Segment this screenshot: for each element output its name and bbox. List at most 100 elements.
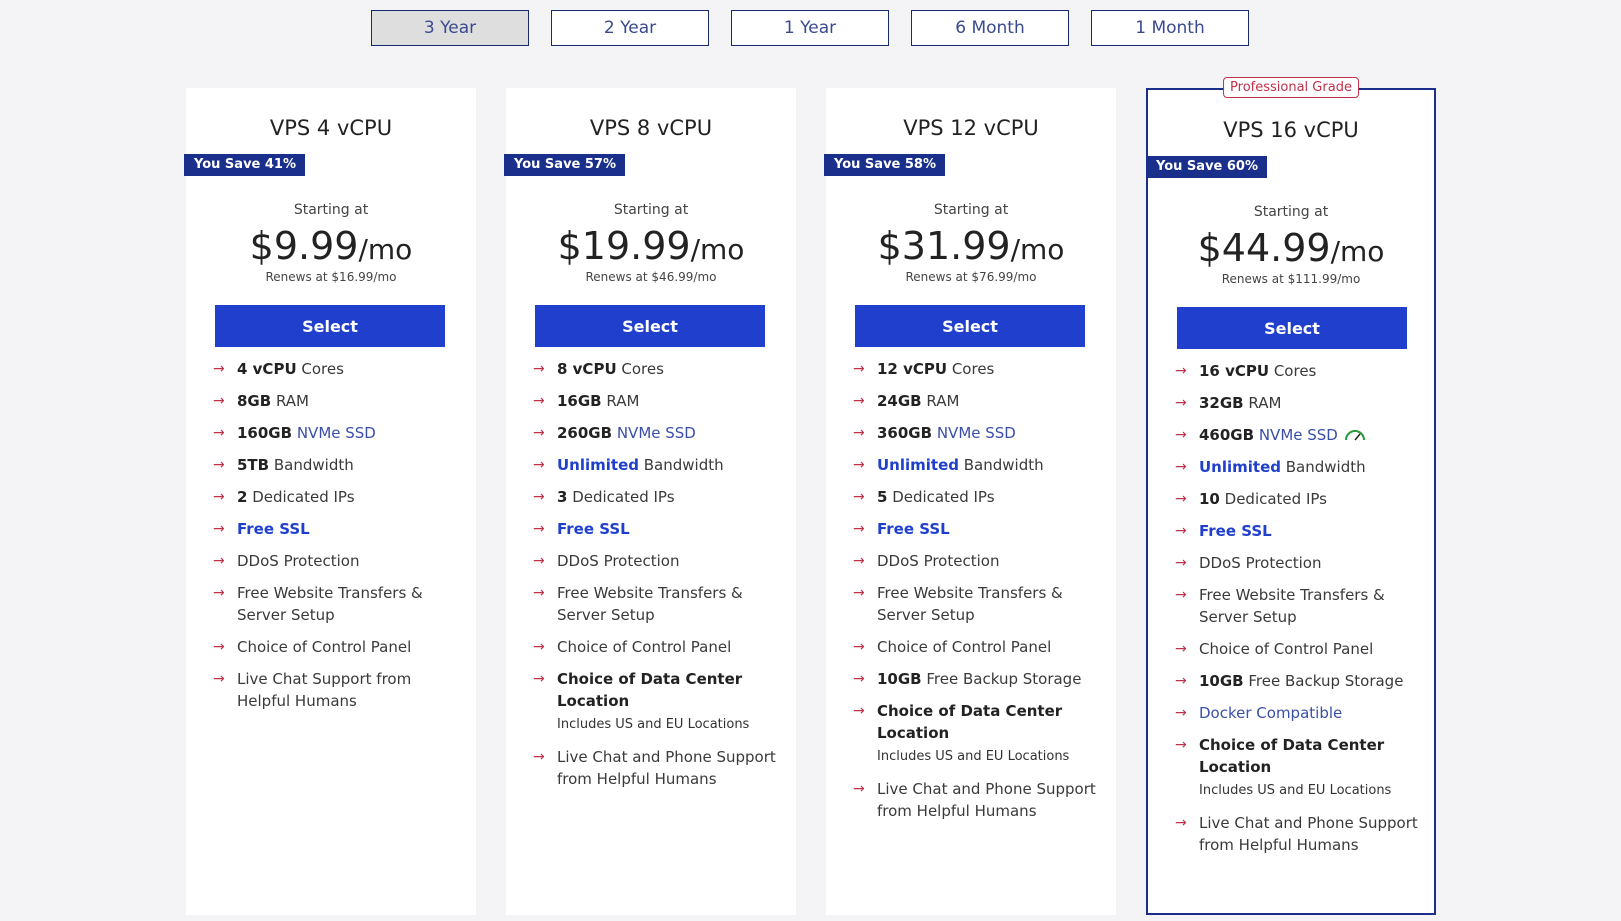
feature-label: Choice of Control Panel [1199, 640, 1374, 658]
feature-item: → Choice of Control Panel [1175, 638, 1430, 660]
feature-item: → 360GB NVMe SSD [853, 422, 1108, 444]
arrow-right-icon: → [533, 361, 545, 377]
feature-value: 32GB [1199, 394, 1244, 412]
feature-link: NVMe SSD [612, 424, 696, 442]
arrow-right-icon: → [1175, 705, 1187, 721]
arrow-right-icon: → [1175, 673, 1187, 689]
tab-6-month[interactable]: 6 Month [911, 10, 1069, 46]
arrow-right-icon: → [853, 489, 865, 505]
select-button[interactable]: Select [855, 305, 1085, 347]
feature-item: → 8GB RAM [213, 390, 468, 412]
professional-grade-badge: Professional Grade [1223, 77, 1359, 98]
feature-item: → Free Website Transfers & Server Setup [533, 582, 788, 626]
feature-value: 360GB [877, 424, 933, 442]
starting-label: Starting at [933, 202, 1009, 218]
arrow-right-icon: → [853, 553, 865, 569]
feature-value: 4 vCPU [237, 360, 297, 378]
feature-item: → 5TB Bandwidth [213, 454, 468, 476]
feature-item: → 8 vCPU Cores [533, 358, 788, 380]
arrow-right-icon: → [213, 425, 225, 441]
feature-label: Free Website Transfers & Server Setup [877, 584, 1063, 624]
feature-label: RAM [601, 392, 640, 410]
arrow-right-icon: → [533, 639, 545, 655]
arrow-right-icon: → [213, 489, 225, 505]
feature-item: → Free SSL [533, 518, 788, 540]
feature-label: Bandwidth [269, 456, 354, 474]
plan-title: VPS 4 vCPU [269, 116, 393, 140]
billing-period-tabs: 3 Year 2 Year 1 Year 6 Month 1 Month [0, 10, 1621, 48]
feature-label: DDoS Protection [557, 552, 680, 570]
feature-value: 16GB [557, 392, 602, 410]
feature-item: → 16GB RAM [533, 390, 788, 412]
arrow-right-icon: → [213, 671, 225, 687]
feature-item: → Live Chat and Phone Support from Helpfu… [1175, 812, 1430, 856]
arrow-right-icon: → [533, 489, 545, 505]
arrow-right-icon: → [1175, 737, 1187, 753]
feature-value: 12 vCPU [877, 360, 948, 378]
feature-highlight: Unlimited [1199, 458, 1281, 476]
tab-1-month[interactable]: 1 Month [1091, 10, 1249, 46]
feature-label: Free Website Transfers & Server Setup [1199, 586, 1385, 626]
price: $31.99/mo [826, 224, 1116, 268]
arrow-right-icon: → [1175, 587, 1187, 603]
plan-card-vps-4: VPS 4 vCPU You Save 41% Starting at $9.9… [184, 88, 476, 915]
starting-label: Starting at [293, 202, 369, 218]
feature-label: Free Website Transfers & Server Setup [237, 584, 423, 624]
save-badge: You Save 58% [824, 154, 946, 176]
feature-item: → Free SSL [213, 518, 468, 540]
feature-item: → Free Website Transfers & Server Setup [1175, 584, 1430, 628]
select-button[interactable]: Select [215, 305, 445, 347]
feature-value: 10GB [1199, 672, 1244, 690]
feature-value: 160GB [237, 424, 293, 442]
tab-1-year[interactable]: 1 Year [731, 10, 889, 46]
feature-label: Bandwidth [1281, 458, 1366, 476]
feature-item: → Choice of Control Panel [533, 636, 788, 658]
select-button[interactable]: Select [535, 305, 765, 347]
feature-value: 3 [557, 488, 568, 506]
feature-item: → Unlimited Bandwidth [853, 454, 1108, 476]
feature-item: → 3 Dedicated IPs [533, 486, 788, 508]
feature-item: → Choice of Control Panel [853, 636, 1108, 658]
feature-list: → 8 vCPU Cores → 16GB RAM → 260GB NVMe SSD → Un… [533, 358, 788, 800]
arrow-right-icon: → [1175, 459, 1187, 475]
feature-label: DDoS Protection [877, 552, 1000, 570]
feature-value: 5 [877, 488, 888, 506]
arrow-right-icon: → [533, 425, 545, 441]
arrow-right-icon: → [1175, 491, 1187, 507]
feature-value: 8GB [237, 392, 272, 410]
feature-label: Live Chat and Phone Support from Helpful… [877, 780, 1096, 820]
arrow-right-icon: → [1175, 363, 1187, 379]
feature-item: → Unlimited Bandwidth [1175, 456, 1430, 478]
tab-3-year[interactable]: 3 Year [371, 10, 529, 46]
renew-price: Renews at $16.99/mo [265, 270, 397, 284]
arrow-right-icon: → [853, 781, 865, 797]
feature-label: Dedicated IPs [567, 488, 675, 506]
arrow-right-icon: → [213, 361, 225, 377]
price-period: /mo [1010, 233, 1065, 266]
feature-label: DDoS Protection [237, 552, 360, 570]
plan-card-vps-8: VPS 8 vCPU You Save 57% Starting at $19.… [504, 88, 796, 915]
arrow-right-icon: → [213, 457, 225, 473]
feature-link: Docker Compatible [1199, 704, 1343, 722]
arrow-right-icon: → [853, 457, 865, 473]
feature-label: RAM [271, 392, 309, 410]
feature-label: Cores [296, 360, 344, 378]
plan-title: VPS 12 vCPU [903, 116, 1039, 140]
feature-item: → 4 vCPU Cores [213, 358, 468, 380]
arrow-right-icon: → [533, 553, 545, 569]
feature-item: → 160GB NVMe SSD [213, 422, 468, 444]
save-badge: You Save 41% [184, 154, 306, 176]
select-button[interactable]: Select [1177, 307, 1407, 349]
feature-item: → 24GB RAM [853, 390, 1108, 412]
arrow-right-icon: → [1175, 555, 1187, 571]
feature-value: 5TB [237, 456, 270, 474]
feature-value: Choice of Data Center Location [1199, 736, 1385, 776]
starting-label: Starting at [1253, 204, 1329, 220]
feature-link: NVMe SSD [932, 424, 1016, 442]
feature-item: → Free SSL [853, 518, 1108, 540]
feature-label: Cores [616, 360, 664, 378]
feature-item: → 10GB Free Backup Storage [853, 668, 1108, 690]
tab-2-year[interactable]: 2 Year [551, 10, 709, 46]
renew-price: Renews at $111.99/mo [1221, 272, 1361, 286]
feature-value: 260GB [557, 424, 613, 442]
